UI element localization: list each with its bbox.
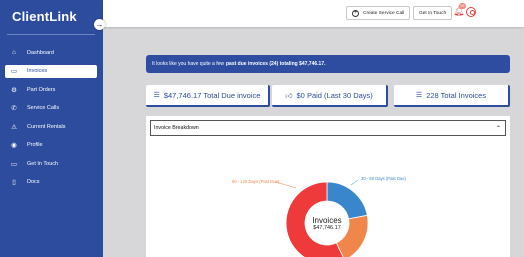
sidebar-item-label: Service Calls	[27, 105, 60, 111]
sidebar: ClientLink ⌂ Dashboard ▭ Invoices ⚙ Part Or…	[0, 0, 103, 257]
total-invoices-card[interactable]: ☰ 228 Total Invoices	[394, 85, 510, 107]
notification-badge: 99	[459, 3, 466, 9]
sidebar-item-current-rentals[interactable]: ⚠ Current Rentals	[5, 120, 97, 133]
sidebar-item-profile[interactable]: ◉ Profile	[5, 139, 97, 152]
sidebar-item-docs[interactable]: ▯ Docs	[5, 176, 97, 189]
logo-divider	[7, 34, 95, 35]
message-icon: ▭	[10, 160, 18, 168]
parts-icon: ⚙	[11, 86, 17, 94]
sidebar-item-invoices[interactable]: ▭ Invoices	[5, 64, 97, 78]
create-service-call-label: Create Service Call	[363, 10, 405, 16]
collapse-sidebar-button[interactable]: →	[94, 19, 105, 30]
sidebar-item-label: Dashboard	[27, 49, 54, 56]
top-bar: + Create Service Call Get In Touch 🔔︎ 99	[103, 0, 524, 27]
list-icon: ☰	[153, 92, 160, 99]
dashboard-icon: ⌂	[12, 49, 16, 56]
plus-icon: +	[352, 9, 359, 17]
paid-label: $0 Paid (Last 30 Days)	[296, 90, 373, 100]
alert-highlight: past due invoices (24) totaling $47,746.…	[226, 61, 326, 67]
list-icon: ☰	[415, 92, 423, 99]
paid-card[interactable]: 👍︎ $0 Paid (Last 30 Days)	[272, 85, 388, 107]
donut-center-value: $47,746.17	[313, 225, 341, 231]
invoice-breakdown-panel: Invoice Breakdown ⌃ 90 - 120 Days (Past …	[146, 116, 510, 257]
thumbs-up-icon: 👍︎	[285, 92, 293, 100]
sidebar-item-label: Profile	[27, 142, 43, 148]
sidebar-item-label: Get In Touch	[27, 160, 59, 167]
invoice-icon: ▭	[10, 68, 18, 75]
warning-icon: ⚠	[11, 123, 17, 131]
sidebar-item-label: Current Rentals	[27, 123, 66, 130]
donut-slice-30-60[interactable]	[326, 181, 368, 220]
phone-icon: ✆	[11, 105, 17, 112]
profile-icon: ◉	[11, 142, 17, 149]
sidebar-item-part-orders[interactable]: ⚙ Part Orders	[5, 83, 97, 96]
invoice-donut-chart	[275, 179, 369, 257]
legend-label-90-120: 90 - 120 Days (Past Due)	[232, 179, 280, 184]
sidebar-nav: ⌂ Dashboard ▭ Invoices ⚙ Part Orders ✆ Servi…	[5, 46, 97, 194]
legend-label-30-60: 30 - 60 Days (Past Due)	[361, 176, 406, 181]
sidebar-item-label: Part Orders	[27, 86, 56, 93]
sidebar-item-label: Docs	[27, 179, 40, 185]
create-service-call-button[interactable]: + Create Service Call	[346, 6, 411, 20]
alert-text: It looks like you have quite a few	[152, 61, 224, 67]
sidebar-item-label: Invoices	[27, 68, 48, 74]
doc-icon: ▯	[12, 179, 16, 186]
avatar[interactable]	[466, 7, 476, 17]
get-in-touch-button[interactable]: Get In Touch	[413, 6, 453, 20]
sidebar-item-service-calls[interactable]: ✆ Service Calls	[5, 102, 97, 115]
total-invoices-label: 228 Total Invoices	[426, 90, 487, 100]
donut-center-title: Invoices	[312, 216, 342, 225]
app-logo[interactable]: ClientLink	[12, 9, 77, 24]
sidebar-item-get-in-touch[interactable]: ▭ Get In Touch	[5, 157, 97, 170]
sidebar-item-dashboard[interactable]: ⌂ Dashboard	[5, 46, 97, 59]
past-due-alert: It looks like you have quite a few past …	[146, 55, 510, 73]
leader-line-30-60	[350, 179, 359, 186]
total-due-label: $47,746.17 Total Due invoice	[163, 90, 261, 100]
total-due-card[interactable]: ☰ $47,746.17 Total Due invoice	[146, 85, 270, 107]
